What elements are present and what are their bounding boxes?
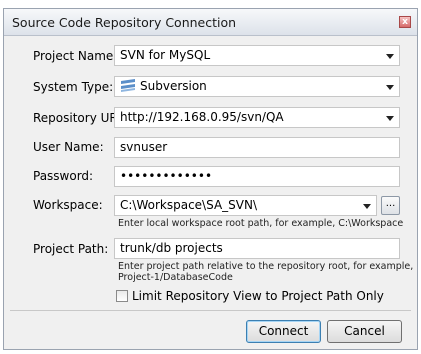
project-name-dropdown[interactable]: SVN for MySQL <box>114 45 400 66</box>
user-name-field[interactable]: svnuser <box>114 137 400 158</box>
repository-connection-dialog: Source Code Repository Connection x Proj… <box>3 8 418 350</box>
user-name-label: User Name: <box>33 140 104 154</box>
limit-view-label[interactable]: Limit Repository View to Project Path On… <box>132 289 384 303</box>
system-type-value: Subversion <box>140 79 207 93</box>
chevron-down-icon[interactable] <box>363 204 371 209</box>
system-type-label: System Type: <box>33 80 114 94</box>
subversion-logo-icon <box>121 79 135 92</box>
project-path-value: trunk/db projects <box>120 241 223 255</box>
title-bar: Source Code Repository Connection x <box>4 9 417 36</box>
footer-divider <box>10 310 411 311</box>
password-field[interactable]: ••••••••••••• <box>114 166 400 187</box>
close-icon[interactable]: x <box>399 16 411 28</box>
chevron-down-icon[interactable] <box>386 85 394 90</box>
workspace-dropdown[interactable]: C:\Workspace\SA_SVN\ <box>114 195 377 216</box>
connect-button[interactable]: Connect <box>246 320 321 343</box>
password-label: Password: <box>33 169 94 183</box>
workspace-label: Workspace: <box>33 198 103 212</box>
workspace-value: C:\Workspace\SA_SVN\ <box>120 198 257 212</box>
chevron-down-icon[interactable] <box>386 116 394 121</box>
project-name-value: SVN for MySQL <box>120 48 211 62</box>
password-value: ••••••••••••• <box>120 169 213 183</box>
dialog-title: Source Code Repository Connection <box>12 14 237 30</box>
project-path-label: Project Path: <box>33 242 109 256</box>
user-name-value: svnuser <box>120 140 168 154</box>
limit-view-checkbox[interactable] <box>116 290 128 302</box>
project-path-hint-line1: Enter project path relative to the repos… <box>118 261 414 272</box>
browse-button[interactable]: ... <box>381 196 400 215</box>
repository-url-dropdown[interactable]: http://192.168.0.95/svn/QA <box>114 107 400 128</box>
system-type-dropdown[interactable]: Subversion <box>114 76 400 97</box>
cancel-button[interactable]: Cancel <box>327 320 402 343</box>
chevron-down-icon[interactable] <box>386 54 394 59</box>
project-path-hint-line2: Project-1/DatabaseCode <box>118 272 233 283</box>
project-name-label: Project Name: <box>33 49 118 63</box>
repository-url-value: http://192.168.0.95/svn/QA <box>120 110 284 124</box>
workspace-hint: Enter local workspace root path, for exa… <box>118 218 404 229</box>
project-path-field[interactable]: trunk/db projects <box>114 238 400 259</box>
